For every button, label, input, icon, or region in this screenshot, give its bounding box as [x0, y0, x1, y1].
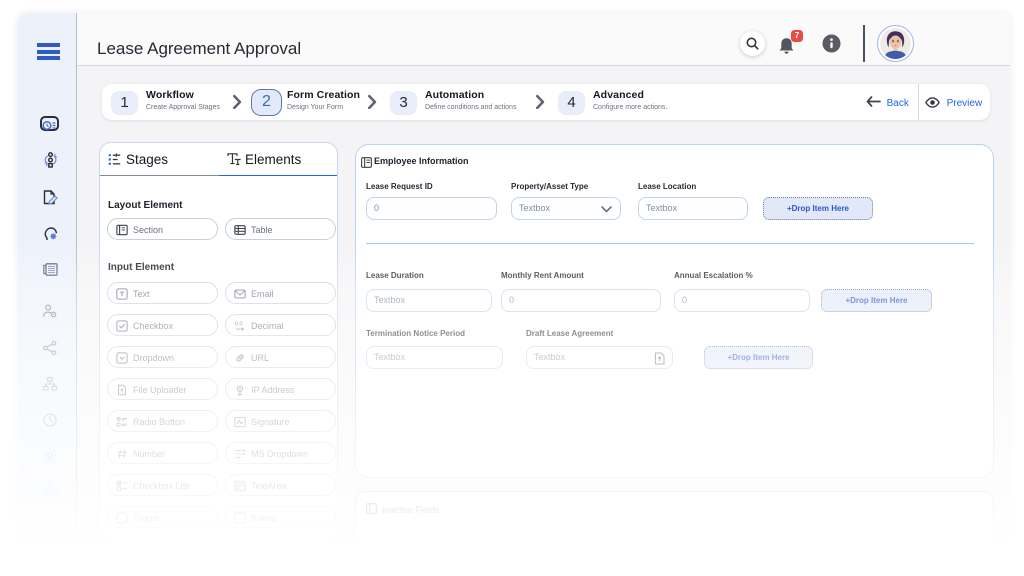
- svg-text:0.0: 0.0: [235, 322, 243, 328]
